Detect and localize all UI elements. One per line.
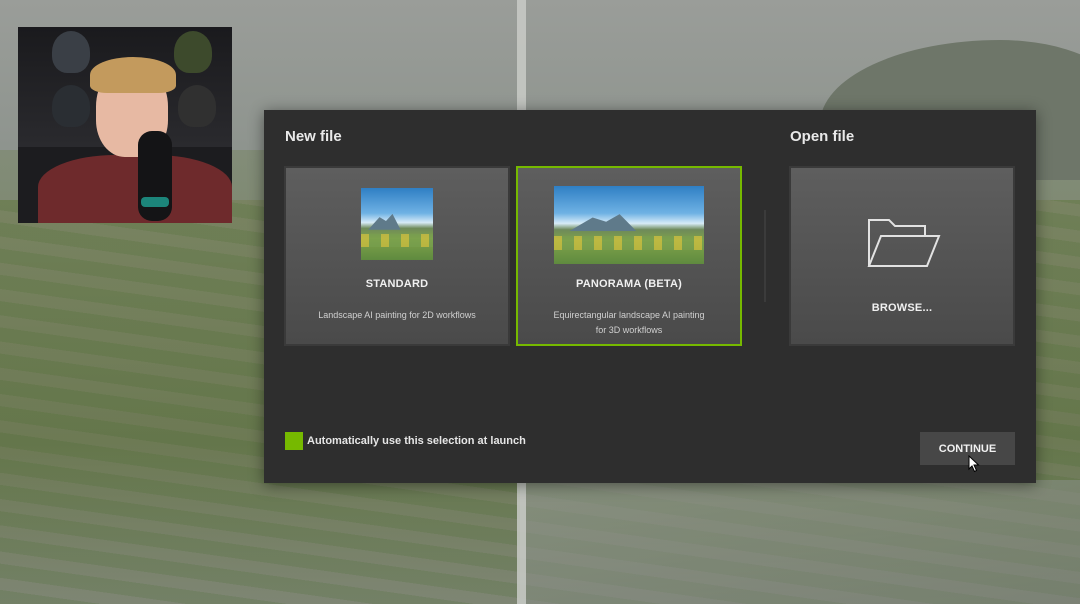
section-divider — [764, 210, 766, 302]
background-road — [520, 480, 1080, 604]
presenter-body — [38, 155, 232, 223]
helmet-figure — [52, 31, 90, 73]
standard-description: Landscape AI painting for 2D workflows — [318, 310, 476, 320]
browse-label: BROWSE... — [871, 302, 933, 314]
helmet-figure — [174, 31, 212, 73]
panorama-description: Equirectangular landscape AI painting fo… — [532, 308, 726, 338]
browse-card[interactable]: BROWSE... — [789, 166, 1015, 346]
panorama-description-line2: for 3D workflows — [595, 325, 663, 335]
microphone — [138, 131, 172, 221]
standard-card[interactable]: STANDARD Landscape AI painting for 2D wo… — [284, 166, 510, 346]
presenter-hair — [90, 57, 176, 93]
standard-thumbnail — [361, 188, 433, 260]
folder-icon — [867, 216, 941, 275]
file-dialog: New file Open file STANDARD Landscape AI… — [264, 110, 1036, 483]
new-file-heading: New file — [285, 128, 342, 145]
auto-select-label: Automatically use this selection at laun… — [307, 435, 526, 447]
panorama-title: PANORAMA (BETA) — [575, 278, 683, 290]
helmet-figure — [178, 85, 216, 127]
standard-title: STANDARD — [365, 278, 429, 290]
panorama-card[interactable]: PANORAMA (BETA) Equirectangular landscap… — [516, 166, 742, 346]
mouse-cursor-icon — [968, 454, 980, 478]
panorama-description-line1: Equirectangular landscape AI painting — [553, 310, 705, 320]
helmet-figure — [52, 85, 90, 127]
panorama-thumbnail — [554, 186, 704, 264]
webcam-overlay — [18, 27, 232, 223]
auto-select-checkbox[interactable] — [285, 432, 303, 450]
open-file-heading: Open file — [790, 128, 855, 145]
microphone-light — [141, 197, 169, 207]
